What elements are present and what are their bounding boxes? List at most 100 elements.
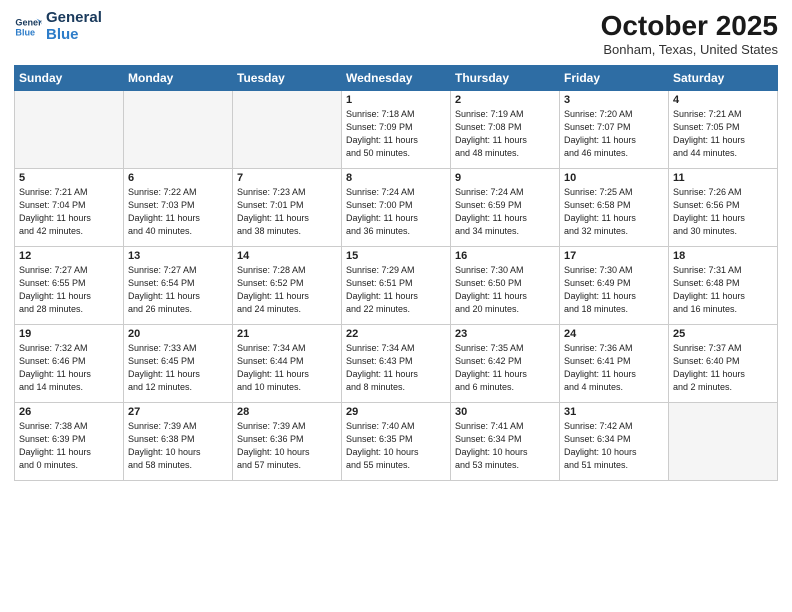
location: Bonham, Texas, United States: [601, 42, 778, 57]
day-info: Sunrise: 7:41 AM Sunset: 6:34 PM Dayligh…: [455, 420, 555, 472]
calendar-cell: 15Sunrise: 7:29 AM Sunset: 6:51 PM Dayli…: [342, 247, 451, 325]
calendar-cell: 24Sunrise: 7:36 AM Sunset: 6:41 PM Dayli…: [560, 325, 669, 403]
day-info: Sunrise: 7:24 AM Sunset: 6:59 PM Dayligh…: [455, 186, 555, 238]
calendar-cell: 14 Sunrise: 7:28 AM Sunset: 6:52 PM Dayli…: [233, 247, 342, 325]
day-info: Sunrise: 7:34 AM Sunset: 6:43 PM Dayligh…: [346, 342, 446, 394]
calendar-cell: 2 Sunrise: 7:19 AM Sunset: 7:08 PM Daylig…: [451, 91, 560, 169]
day-number: 18: [673, 250, 773, 262]
calendar-cell: 12 Sunrise: 7:27 AM Sunset: 6:55 PM Dayli…: [15, 247, 124, 325]
day-number: 6: [128, 172, 228, 184]
day-info: Sunrise: 7:27 AM Sunset: 6:54 PM Dayligh…: [128, 264, 228, 316]
day-number: 31: [564, 406, 664, 418]
calendar-cell: 8 Sunrise: 7:24 AM Sunset: 7:00 PM Daylig…: [342, 169, 451, 247]
calendar-cell: 27 Sunrise: 7:39 AM Sunset: 6:38 PM Dayli…: [124, 403, 233, 481]
day-number: 15: [346, 250, 446, 262]
day-number: 11: [673, 172, 773, 184]
day-info: Sunrise: 7:34 AM Sunset: 6:44 PM Dayligh…: [237, 342, 337, 394]
day-number: 5: [19, 172, 119, 184]
weekday-header: Wednesday: [342, 66, 451, 91]
month-title: October 2025: [601, 10, 778, 42]
day-number: 2: [455, 94, 555, 106]
day-info: Sunrise: 7:26 AM Sunset: 6:56 PM Dayligh…: [673, 186, 773, 238]
weekday-header: Sunday: [15, 66, 124, 91]
svg-text:General: General: [15, 17, 42, 27]
calendar-cell: 9 Sunrise: 7:24 AM Sunset: 6:59 PM Daylig…: [451, 169, 560, 247]
day-number: 1: [346, 94, 446, 106]
day-number: 17: [564, 250, 664, 262]
calendar-cell: 11 Sunrise: 7:26 AM Sunset: 6:56 PM Dayli…: [669, 169, 778, 247]
day-info: Sunrise: 7:21 AM Sunset: 7:04 PM Dayligh…: [19, 186, 119, 238]
logo-icon: General Blue: [14, 13, 42, 41]
svg-text:Blue: Blue: [15, 27, 35, 37]
day-number: 16: [455, 250, 555, 262]
page-container: General Blue General Blue October 2025 B…: [0, 0, 792, 491]
day-number: 23: [455, 328, 555, 340]
day-number: 10: [564, 172, 664, 184]
calendar-cell: 5 Sunrise: 7:21 AM Sunset: 7:04 PM Daylig…: [15, 169, 124, 247]
day-info: Sunrise: 7:39 AM Sunset: 6:36 PM Dayligh…: [237, 420, 337, 472]
calendar-cell: 16 Sunrise: 7:30 AM Sunset: 6:50 PM Dayli…: [451, 247, 560, 325]
calendar-cell: [124, 91, 233, 169]
day-number: 9: [455, 172, 555, 184]
calendar-cell: 10Sunrise: 7:25 AM Sunset: 6:58 PM Dayli…: [560, 169, 669, 247]
day-info: Sunrise: 7:40 AM Sunset: 6:35 PM Dayligh…: [346, 420, 446, 472]
day-number: 22: [346, 328, 446, 340]
calendar-cell: 30 Sunrise: 7:41 AM Sunset: 6:34 PM Dayli…: [451, 403, 560, 481]
day-number: 19: [19, 328, 119, 340]
calendar-cell: 20 Sunrise: 7:33 AM Sunset: 6:45 PM Dayli…: [124, 325, 233, 403]
calendar-cell: 25Sunrise: 7:37 AM Sunset: 6:40 PM Dayli…: [669, 325, 778, 403]
day-info: Sunrise: 7:35 AM Sunset: 6:42 PM Dayligh…: [455, 342, 555, 394]
weekday-header: Saturday: [669, 66, 778, 91]
title-block: October 2025 Bonham, Texas, United State…: [601, 10, 778, 57]
day-number: 7: [237, 172, 337, 184]
calendar-cell: [233, 91, 342, 169]
calendar-cell: 3 Sunrise: 7:20 AM Sunset: 7:07 PM Daylig…: [560, 91, 669, 169]
calendar-cell: 19Sunrise: 7:32 AM Sunset: 6:46 PM Dayli…: [15, 325, 124, 403]
calendar-cell: 23 Sunrise: 7:35 AM Sunset: 6:42 PM Dayli…: [451, 325, 560, 403]
day-info: Sunrise: 7:31 AM Sunset: 6:48 PM Dayligh…: [673, 264, 773, 316]
calendar-cell: 22 Sunrise: 7:34 AM Sunset: 6:43 PM Dayli…: [342, 325, 451, 403]
day-number: 4: [673, 94, 773, 106]
day-number: 20: [128, 328, 228, 340]
calendar-cell: [15, 91, 124, 169]
calendar-cell: 13Sunrise: 7:27 AM Sunset: 6:54 PM Dayli…: [124, 247, 233, 325]
calendar-cell: 17 Sunrise: 7:30 AM Sunset: 6:49 PM Dayli…: [560, 247, 669, 325]
calendar-cell: 29Sunrise: 7:40 AM Sunset: 6:35 PM Dayli…: [342, 403, 451, 481]
day-info: Sunrise: 7:33 AM Sunset: 6:45 PM Dayligh…: [128, 342, 228, 394]
calendar-cell: 4 Sunrise: 7:21 AM Sunset: 7:05 PM Daylig…: [669, 91, 778, 169]
day-number: 12: [19, 250, 119, 262]
header: General Blue General Blue October 2025 B…: [14, 10, 778, 57]
day-number: 8: [346, 172, 446, 184]
weekday-header: Thursday: [451, 66, 560, 91]
day-number: 30: [455, 406, 555, 418]
weekday-header: Friday: [560, 66, 669, 91]
calendar-cell: 7Sunrise: 7:23 AM Sunset: 7:01 PM Daylig…: [233, 169, 342, 247]
day-info: Sunrise: 7:42 AM Sunset: 6:34 PM Dayligh…: [564, 420, 664, 472]
day-info: Sunrise: 7:37 AM Sunset: 6:40 PM Dayligh…: [673, 342, 773, 394]
day-number: 27: [128, 406, 228, 418]
day-info: Sunrise: 7:18 AM Sunset: 7:09 PM Dayligh…: [346, 108, 446, 160]
weekday-header: Tuesday: [233, 66, 342, 91]
calendar-cell: 6 Sunrise: 7:22 AM Sunset: 7:03 PM Daylig…: [124, 169, 233, 247]
day-number: 3: [564, 94, 664, 106]
calendar-cell: 18 Sunrise: 7:31 AM Sunset: 6:48 PM Dayli…: [669, 247, 778, 325]
day-info: Sunrise: 7:30 AM Sunset: 6:50 PM Dayligh…: [455, 264, 555, 316]
day-info: Sunrise: 7:27 AM Sunset: 6:55 PM Dayligh…: [19, 264, 119, 316]
day-number: 28: [237, 406, 337, 418]
day-info: Sunrise: 7:19 AM Sunset: 7:08 PM Dayligh…: [455, 108, 555, 160]
day-info: Sunrise: 7:39 AM Sunset: 6:38 PM Dayligh…: [128, 420, 228, 472]
day-info: Sunrise: 7:22 AM Sunset: 7:03 PM Dayligh…: [128, 186, 228, 238]
day-info: Sunrise: 7:24 AM Sunset: 7:00 PM Dayligh…: [346, 186, 446, 238]
day-info: Sunrise: 7:20 AM Sunset: 7:07 PM Dayligh…: [564, 108, 664, 160]
day-info: Sunrise: 7:36 AM Sunset: 6:41 PM Dayligh…: [564, 342, 664, 394]
day-number: 14: [237, 250, 337, 262]
calendar-cell: 31 Sunrise: 7:42 AM Sunset: 6:34 PM Dayli…: [560, 403, 669, 481]
day-info: Sunrise: 7:28 AM Sunset: 6:52 PM Dayligh…: [237, 264, 337, 316]
calendar-cell: 28 Sunrise: 7:39 AM Sunset: 6:36 PM Dayli…: [233, 403, 342, 481]
day-info: Sunrise: 7:30 AM Sunset: 6:49 PM Dayligh…: [564, 264, 664, 316]
day-info: Sunrise: 7:21 AM Sunset: 7:05 PM Dayligh…: [673, 108, 773, 160]
logo-line2: Blue: [46, 27, 102, 44]
logo: General Blue General Blue: [14, 10, 102, 43]
calendar-cell: 21Sunrise: 7:34 AM Sunset: 6:44 PM Dayli…: [233, 325, 342, 403]
calendar-table: SundayMondayTuesdayWednesdayThursdayFrid…: [14, 65, 778, 481]
